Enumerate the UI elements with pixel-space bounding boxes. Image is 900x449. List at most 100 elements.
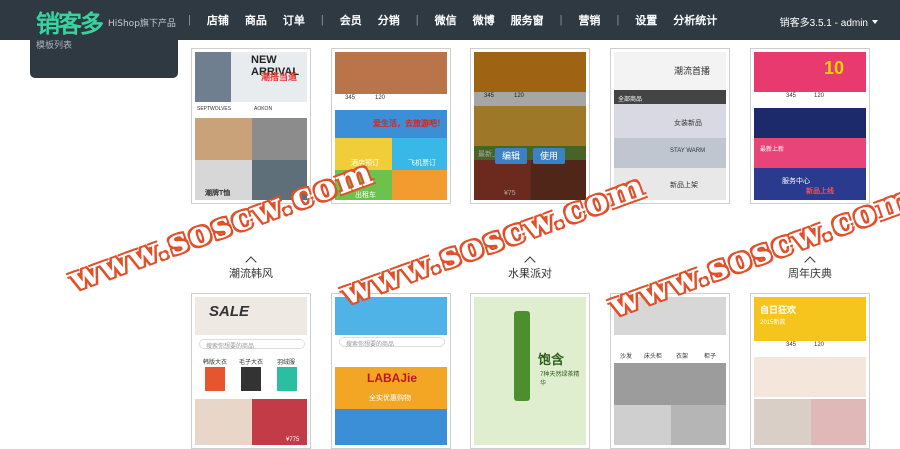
logo[interactable]: 销客多 HiShop旗下产品 (36, 4, 176, 39)
category-icon: 沙发 (614, 337, 642, 361)
category-icon: 衣架 (670, 337, 698, 361)
category-label: 沙发 (620, 354, 633, 360)
template-card-sale[interactable]: SALE 搜索你想要的商品 韩版大衣 毛子大衣 羽绒服 ¥775 (191, 293, 311, 449)
price-label: ¥775 (286, 437, 300, 443)
template-preview: 自日狂欢 2015新款 345 120 (754, 297, 866, 445)
nav-item-analytics[interactable]: 分析统计 (673, 12, 717, 28)
template-name: 水果派对 (508, 268, 552, 280)
stat-value: 120 (814, 342, 825, 348)
template-preview: 345 120 最新上架 ¥75 编辑 使用 (474, 52, 586, 200)
stat-value: 120 (375, 95, 386, 101)
preview-image (195, 52, 231, 102)
user-label: 销客多3.5.1 - admin (779, 18, 868, 29)
search-placeholder: 搜索你想要的商品 (346, 342, 395, 348)
nav-item-orders[interactable]: 订单 (283, 12, 305, 28)
preview-banner: 10 (754, 52, 866, 92)
nav-separator: | (559, 14, 563, 26)
template-card-greentea[interactable]: 饱含 7种天然绿茶精华 (470, 293, 590, 449)
preview-image: 服务中心 新品上线 (754, 168, 866, 200)
hover-overlay (474, 52, 586, 200)
brand-label: SEPTWOLVES (197, 106, 232, 112)
sidebar-text: 模板列表 (36, 40, 73, 50)
nav-item-distribution[interactable]: 分销 (378, 12, 400, 28)
nav-item-members[interactable]: 会员 (340, 12, 362, 28)
template-preview: SALE 搜索你想要的商品 韩版大衣 毛子大衣 羽绒服 ¥775 (195, 297, 307, 445)
stat-value: 345 (786, 93, 797, 99)
template-card-carnival[interactable]: 自日狂欢 2015新款 345 120 (750, 293, 870, 449)
preview-image (335, 409, 447, 445)
banner-text: LABAJie (367, 371, 418, 385)
nav-item-service-window[interactable]: 服务窗 (511, 12, 544, 28)
nav-item-wechat[interactable]: 微信 (435, 12, 457, 28)
category-icon: 床头柜 (642, 337, 670, 361)
category-label: 羽绒服 (277, 360, 296, 366)
preview-image (252, 118, 307, 160)
logo-subtitle: HiShop旗下产品 (108, 19, 176, 29)
nav-item-store[interactable]: 店铺 (207, 12, 229, 28)
section-label: STAY WARM (670, 148, 706, 154)
stat-value: 120 (814, 93, 825, 99)
nav-separator: | (616, 14, 620, 26)
nav-separator: | (188, 14, 191, 26)
logo-text: 销客多 (36, 10, 104, 38)
template-card-festival[interactable]: 搜索你想要的商品 LABAJie 全实优惠购物 (331, 293, 451, 449)
stats-strip: 345 120 (335, 94, 447, 108)
stat-value: 345 (786, 342, 797, 348)
icon-row (335, 351, 447, 365)
banner-subtext: 7种天然绿茶精华 (540, 372, 580, 387)
brand-label: AOKON (254, 106, 273, 112)
preview-image (754, 399, 811, 445)
preview-image (614, 405, 671, 445)
brand-tile: AOKON (252, 102, 307, 118)
preview-banner: LABAJie 全实优惠购物 (335, 367, 447, 409)
chevron-down-icon (872, 20, 878, 24)
user-menu[interactable]: 销客多3.5.1 - admin (780, 14, 878, 29)
preview-image (754, 357, 866, 397)
tile-label: 飞机票订 (408, 160, 436, 167)
menu-strip: 全部商品 (614, 90, 726, 104)
template-preview: NEW ARRIVAL 潮搭当道 SEPTWOLVES AOKON 潮牌T恤 (195, 52, 307, 200)
category-tile: 羽绒服 (271, 355, 303, 395)
tile-other (392, 170, 447, 200)
category-label: 衣架 (676, 354, 689, 360)
banner-text: 潮流首播 (674, 66, 711, 76)
preview-image (195, 118, 252, 160)
banner-text: SALE (209, 303, 250, 320)
preview-banner: NEW ARRIVAL 潮搭当道 (231, 52, 307, 102)
banner-text: 饱含 (538, 352, 565, 367)
preview-image: 女装新品 (614, 104, 726, 138)
nav-item-products[interactable]: 商品 (245, 12, 267, 28)
search-input[interactable]: 搜索你想要的商品 (199, 339, 305, 350)
preview-image (195, 399, 252, 445)
stats-strip: 345 120 (754, 341, 866, 355)
preview-image (811, 399, 866, 445)
stats-strip: 345 120 (754, 92, 866, 106)
category-icon: 柜子 (698, 337, 726, 361)
search-input[interactable]: 搜索你想要的商品 (339, 337, 445, 348)
preview-banner (335, 52, 447, 94)
preview-image (754, 108, 866, 138)
banner-subtext: 全实优惠购物 (369, 395, 411, 402)
section-label: 新品上线 (806, 188, 834, 195)
category-label: 毛子大衣 (239, 360, 264, 366)
tile-flight: 飞机票订 (392, 138, 447, 170)
nav-item-weibo[interactable]: 微博 (473, 12, 495, 28)
template-card-fruit[interactable]: 345 120 最新上架 ¥75 编辑 使用 (470, 48, 590, 204)
brand-tile: SEPTWOLVES (195, 102, 252, 118)
preview-image (614, 363, 726, 405)
preview-banner: 自日狂欢 2015新款 (754, 297, 866, 341)
preview-banner: 饱含 7种天然绿茶精华 (474, 297, 586, 445)
use-button[interactable]: 使用 (533, 148, 565, 164)
nav-item-settings[interactable]: 设置 (635, 12, 657, 28)
nav-item-marketing[interactable]: 营销 (578, 12, 600, 28)
edit-button[interactable]: 编辑 (495, 148, 527, 164)
search-placeholder: 搜索你想要的商品 (206, 344, 255, 350)
main-nav: | 店铺 商品 订单 | 会员 分销 | 微信 微博 服务窗 | 营销 | 设置… (180, 0, 725, 40)
template-card-anniversary[interactable]: 10 345 120 最新上新 服务中心 新品上线 (750, 48, 870, 204)
sidebar-panel: 模板列表 (30, 38, 178, 78)
top-nav-bar: 销客多 HiShop旗下产品 | 店铺 商品 订单 | 会员 分销 | 微信 微博… (0, 0, 900, 40)
template-preview: 搜索你想要的商品 LABAJie 全实优惠购物 (335, 297, 447, 445)
category-tile: 毛子大衣 (235, 355, 267, 395)
banner-text: 10 (824, 58, 845, 78)
template-preview: 饱含 7种天然绿茶精华 (474, 297, 586, 445)
